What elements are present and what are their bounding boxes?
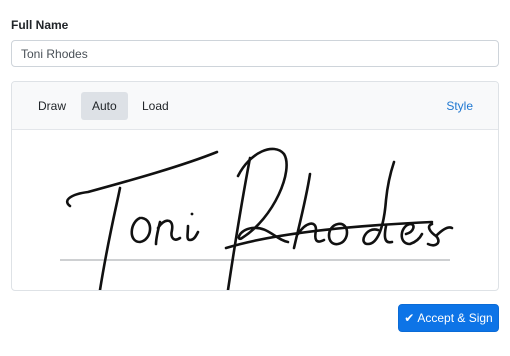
signature-card: Draw Auto Load Style xyxy=(11,81,499,291)
accept-sign-label: Accept & Sign xyxy=(417,311,493,325)
check-icon: ✔ xyxy=(404,311,415,325)
tab-auto[interactable]: Auto xyxy=(81,92,128,120)
signature-strokes xyxy=(65,147,454,290)
tab-draw[interactable]: Draw xyxy=(27,92,77,120)
accept-sign-button[interactable]: ✔ Accept & Sign xyxy=(398,304,499,332)
full-name-label: Full Name xyxy=(11,18,69,32)
signature-image xyxy=(60,147,454,290)
tab-load[interactable]: Load xyxy=(131,92,180,120)
full-name-input[interactable] xyxy=(11,40,499,67)
signature-toolbar: Draw Auto Load Style xyxy=(12,82,498,130)
style-link[interactable]: Style xyxy=(446,92,473,120)
signature-canvas[interactable] xyxy=(12,130,498,290)
